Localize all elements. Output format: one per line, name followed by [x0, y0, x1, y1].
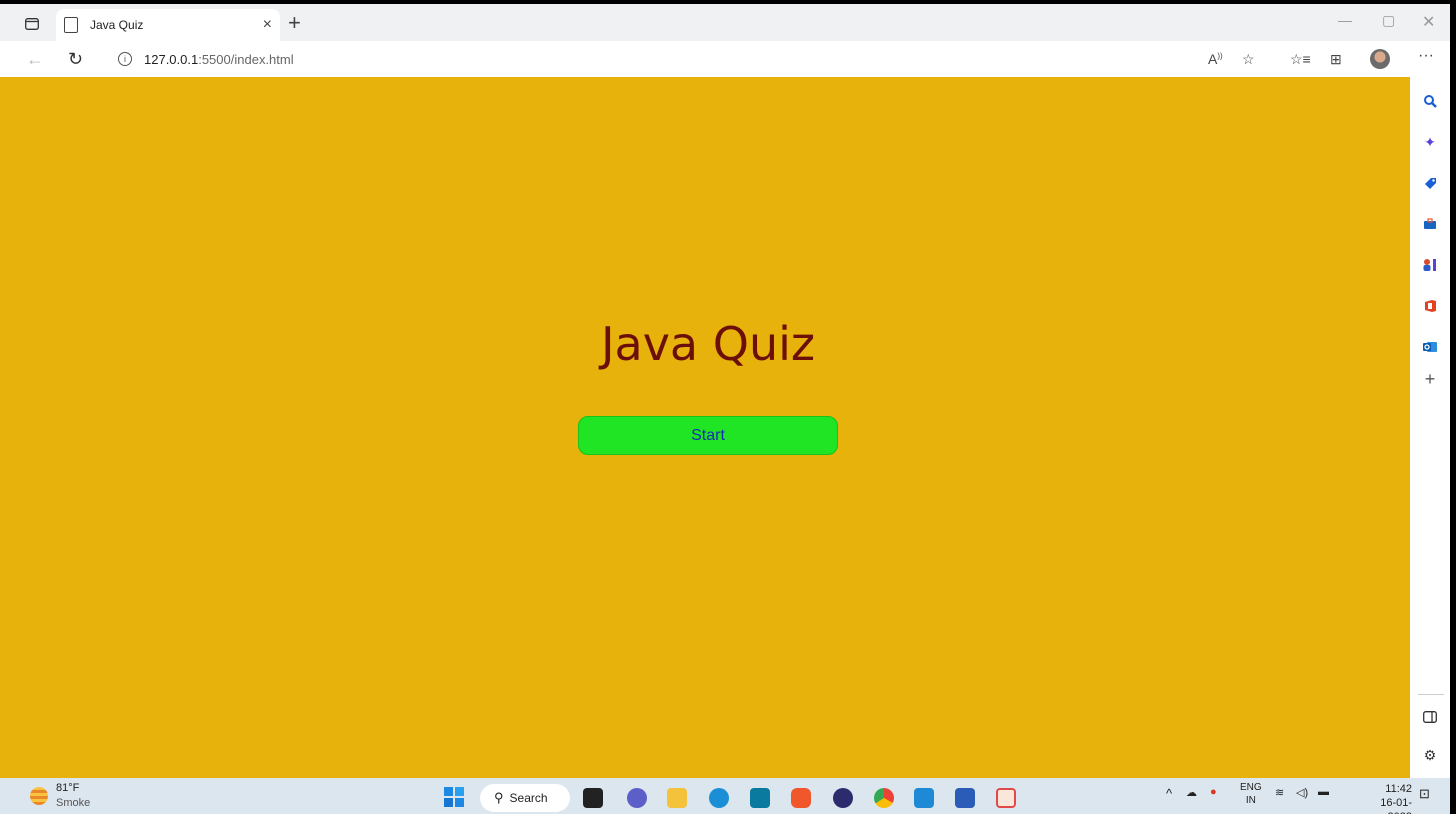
more-options-icon[interactable]: ···: [1418, 47, 1434, 65]
back-icon[interactable]: ←: [26, 49, 44, 70]
wifi-icon[interactable]: ≋: [1275, 786, 1284, 799]
games-icon[interactable]: [1420, 255, 1440, 275]
add-favorite-icon[interactable]: ☆: [1242, 51, 1255, 68]
start-button[interactable]: Start: [578, 416, 838, 455]
windows-start-icon[interactable]: [444, 787, 464, 807]
chat-icon[interactable]: [627, 788, 647, 808]
address-bar-row: ← ↻ i 127.0.0.1:5500/index.html A)) ☆ ☆≡…: [0, 41, 1450, 77]
tab-actions-icon[interactable]: [22, 14, 42, 34]
favorites-icon[interactable]: ☆≡: [1290, 51, 1311, 68]
language-bottom: IN: [1245, 795, 1256, 806]
tools-icon[interactable]: [1420, 214, 1440, 234]
new-tab-icon[interactable]: +: [288, 10, 301, 36]
chrome-icon[interactable]: [874, 788, 894, 808]
word-icon[interactable]: [955, 788, 975, 808]
store-icon[interactable]: [750, 788, 770, 808]
search-glass-icon: ⚲: [494, 790, 504, 805]
copilot-icon[interactable]: ✦: [1420, 132, 1440, 152]
url-path: :5500/index.html: [198, 51, 294, 67]
close-window-icon[interactable]: ✕: [1422, 12, 1435, 32]
edge-icon[interactable]: [709, 788, 729, 808]
tab-title: Java Quiz: [90, 18, 144, 32]
office-icon[interactable]: [1420, 296, 1440, 316]
restore-icon[interactable]: ▢: [1382, 12, 1395, 29]
battery-icon[interactable]: ▬: [1318, 786, 1329, 798]
weather-condition: Smoke: [56, 797, 91, 809]
outlook-icon[interactable]: [1420, 337, 1440, 357]
file-explorer-icon[interactable]: [667, 788, 687, 808]
meet-icon[interactable]: ●: [1210, 786, 1217, 798]
add-icon[interactable]: +: [1420, 369, 1440, 389]
settings-icon[interactable]: ⚙: [1420, 745, 1440, 765]
weather-icon[interactable]: [30, 787, 48, 805]
url-host: 127.0.0.1: [144, 51, 199, 67]
address-bar[interactable]: i 127.0.0.1:5500/index.html: [104, 45, 1264, 73]
volume-icon[interactable]: ◁): [1296, 786, 1308, 799]
site-info-icon[interactable]: i: [118, 52, 132, 66]
page-icon: [64, 17, 78, 33]
snipping-tool-icon[interactable]: [996, 788, 1016, 808]
notifications-icon[interactable]: ⊡: [1419, 786, 1430, 802]
eclipse-icon[interactable]: [833, 788, 853, 808]
tab-bar: Java Quiz × + — ▢ ✕: [0, 4, 1450, 41]
page-viewport: Java Quiz Start: [0, 77, 1410, 778]
layout-icon[interactable]: [1420, 707, 1440, 727]
url-text: 127.0.0.1:5500/index.html: [144, 52, 294, 67]
clock[interactable]: 11:42 16-01-2023: [1356, 782, 1412, 814]
profile-avatar[interactable]: [1370, 49, 1390, 69]
language-indicator[interactable]: ENG IN: [1240, 781, 1262, 807]
language-top: ENG: [1240, 782, 1262, 793]
tab-java-quiz[interactable]: Java Quiz ×: [56, 9, 280, 41]
edge-sidebar: ✦ + ⚙: [1410, 77, 1450, 778]
refresh-icon[interactable]: ↻: [68, 49, 83, 70]
read-aloud-icon[interactable]: A)): [1208, 51, 1223, 67]
show-hidden-icons-icon[interactable]: ^: [1166, 786, 1172, 801]
search-icon[interactable]: [1420, 91, 1440, 111]
onedrive-icon[interactable]: ☁: [1186, 786, 1197, 799]
task-view-icon[interactable]: [583, 788, 603, 808]
sidebar-divider: [1418, 694, 1444, 695]
taskbar-search[interactable]: ⚲ Search: [480, 784, 570, 812]
collections-icon[interactable]: ⊞: [1330, 51, 1342, 68]
taskbar: 81°F Smoke ⚲ Search ^ ☁ ● ENG IN ≋ ◁) ▬ …: [0, 778, 1450, 814]
clock-time: 11:42: [1385, 783, 1412, 795]
close-tab-icon[interactable]: ×: [263, 16, 272, 34]
minimize-icon[interactable]: —: [1338, 12, 1352, 28]
taskbar-search-label: Search: [509, 791, 548, 805]
shopping-tag-icon[interactable]: [1420, 173, 1440, 193]
screen: Java Quiz × + — ▢ ✕ ← ↻ i 127.0.0.1:5500…: [0, 0, 1456, 814]
vscode-icon[interactable]: [914, 788, 934, 808]
brave-icon[interactable]: [791, 788, 811, 808]
weather-temperature: 81°F: [56, 782, 80, 794]
clock-date: 16-01-2023: [1380, 797, 1412, 814]
quiz-title: Java Quiz: [600, 317, 816, 371]
